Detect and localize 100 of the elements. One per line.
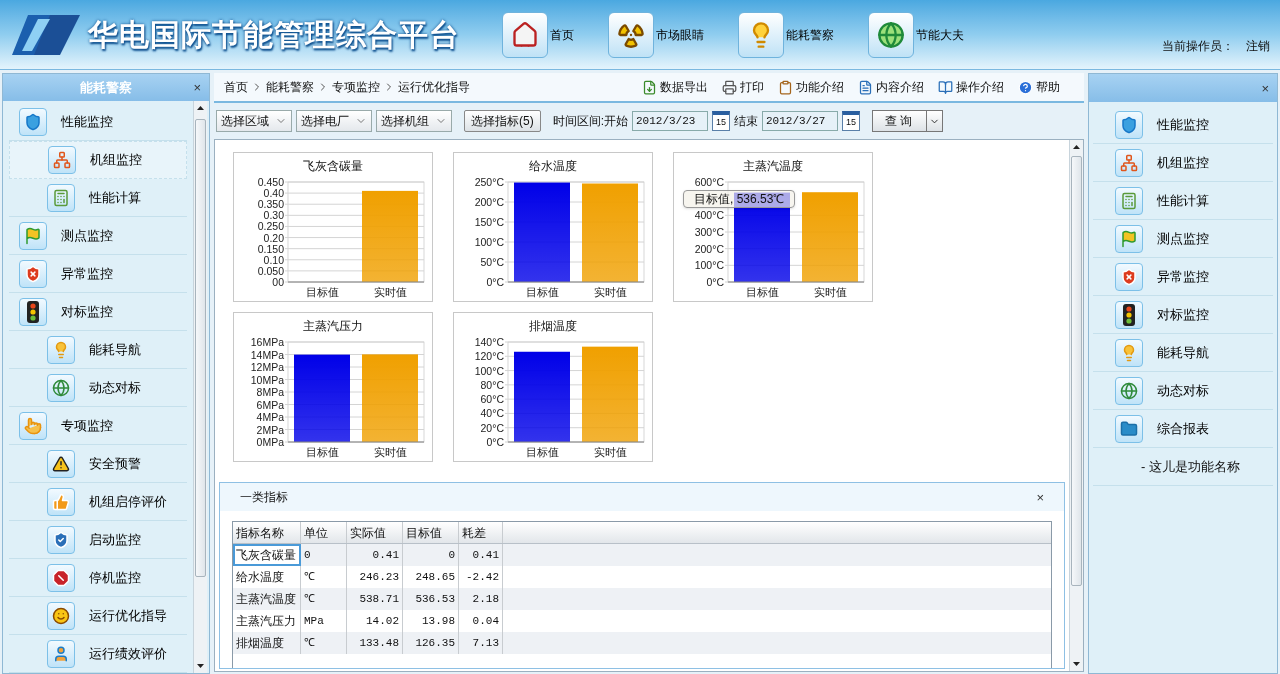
panel-title: 一类指标 [240,489,288,506]
select-dropdown[interactable]: 选择机组 [376,110,452,132]
logo-icon [10,12,82,57]
toolbar-button[interactable]: 帮助 [1018,78,1060,96]
chart-tooltip: 目标值, 536.53℃ [683,190,796,208]
calendar-button[interactable]: 15 [712,111,730,131]
y-tick-label: 250°C [474,176,505,188]
y-tick-label: 0.10 [263,253,285,266]
y-tick-label: 12MPa [250,361,285,373]
y-tick-label: 0°C [486,436,505,448]
sidebar-item[interactable]: 运行绩效评价 [9,635,187,673]
globe-icon [1115,376,1143,405]
y-tick-label: 600°C [694,176,725,188]
sidebar-item[interactable]: 机组监控 [9,141,187,179]
thumbs-up-icon [47,487,75,516]
y-tick-label: 0°C [486,276,505,288]
breadcrumb-link[interactable]: 运行优化指导 [398,78,470,96]
sidebar-item[interactable]: 性能计算 [1093,182,1273,220]
breadcrumb-link[interactable]: 能耗警察 [266,78,314,96]
stop-sign-icon [47,563,75,592]
scrollbar-thumb[interactable] [195,119,206,577]
y-tick: 0°C [486,276,645,288]
y-tick-label: 80°C [480,378,505,391]
column-header: 单位 [301,522,347,543]
date-field[interactable]: 2012/3/23 [632,111,708,131]
sidebar-item[interactable]: 性能计算 [9,179,187,217]
sidebar-item[interactable]: 综合报表 [1093,410,1273,448]
logout-link[interactable]: 注销 [1246,37,1270,55]
y-tick-label: 100°C [694,259,725,272]
traffic-light-icon [1115,300,1143,329]
y-tick: 600°C [694,176,865,188]
y-tick-label: 300°C [694,226,725,238]
printer-icon [722,79,737,95]
y-tick-label: 60°C [480,393,505,406]
sidebar-item[interactable]: 停机监控 [9,559,187,597]
sidebar-item[interactable]: 安全预警 [9,445,187,483]
close-button[interactable]: × [1261,81,1269,95]
network-icon [48,146,76,174]
globe-icon [868,11,914,58]
sidebar-item[interactable]: 性能监控 [1093,106,1273,144]
sidebar-item[interactable]: 机组启停评价 [9,483,187,521]
sidebar-item[interactable]: 机组监控 [1093,144,1273,182]
table-cell: 排烟温度 [233,632,301,654]
sidebar-item[interactable]: 对标监控 [1093,296,1273,334]
chart-title: 主蒸汽温度 [743,158,803,174]
y-tick: 0°C [486,436,645,448]
sidebar-item[interactable]: 异常监控 [1093,258,1273,296]
scrollbar[interactable] [193,101,207,673]
export-icon [642,79,657,95]
sidebar-item[interactable]: 启动监控 [9,521,187,559]
toolbar-button[interactable]: 功能介绍 [778,78,844,96]
toolbar-button[interactable]: 打印 [722,78,764,96]
scrollbar[interactable] [1069,140,1083,671]
nav-button[interactable]: 首页 [502,11,574,58]
toolbar-button[interactable]: 数据导出 [642,78,708,96]
y-tick-label: 150°C [474,216,505,228]
end-label: 结束 [734,113,758,130]
sidebar-item[interactable]: 动态对标 [9,369,187,407]
calculator-icon [47,183,75,212]
y-tick-label: 0.450 [257,176,285,188]
close-button[interactable]: × [193,81,201,94]
select-dropdown[interactable]: 选择区域 [216,110,292,132]
toolbar-button[interactable]: 操作介绍 [938,78,1004,96]
sidebar-item[interactable]: 能耗导航 [1093,334,1273,372]
breadcrumb-link[interactable]: 专项监控 [332,78,380,96]
breadcrumb-link[interactable]: 首页 [224,78,248,96]
query-button[interactable]: 查 询 [872,110,944,132]
clipboard-icon [778,79,793,95]
toolbar-button[interactable]: 内容介绍 [858,78,924,96]
indicator-button[interactable]: 选择指标(5) [464,110,541,132]
close-button[interactable]: × [1036,490,1044,504]
sidebar-item[interactable]: 对标监控 [9,293,187,331]
sidebar-item[interactable]: 专项监控 [9,407,187,445]
y-tick-label: 0.350 [257,198,285,211]
sidebar-item[interactable]: 测点监控 [1093,220,1273,258]
table-cell: 飞灰含碳量 [233,544,301,566]
x-axis-label: 目标值 [525,286,559,298]
sidebar-item[interactable]: 测点监控 [9,217,187,255]
sidebar-item[interactable]: 异常监控 [9,255,187,293]
sidebar-item[interactable]: 动态对标 [1093,372,1273,410]
select-dropdown[interactable]: 选择电厂 [296,110,372,132]
sidebar-item[interactable]: 能耗导航 [9,331,187,369]
calendar-button[interactable]: 15 [842,111,860,131]
home-icon [502,11,548,58]
y-tick-label: 120°C [474,350,505,363]
date-field[interactable]: 2012/3/27 [762,111,838,131]
y-tick-label: 40°C [480,407,505,420]
sidebar-item[interactable]: 运行优化指导 [9,597,187,635]
column-header: 目标值 [403,522,459,543]
nav-button[interactable]: 市场眼睛 [608,11,704,58]
chart-title: 主蒸汽压力 [303,318,363,334]
y-tick: 00 [272,276,425,288]
y-tick-label: 0.250 [257,220,285,233]
nav-button[interactable]: 节能大夫 [868,11,964,58]
radiation-icon [608,11,654,58]
y-tick-label: 400°C [694,209,725,222]
nav-button[interactable]: 能耗警察 [738,11,834,58]
scrollbar-thumb[interactable] [1071,156,1082,586]
x-axis-label: 实时值 [593,286,627,298]
y-tick-label: 0.050 [257,264,285,277]
